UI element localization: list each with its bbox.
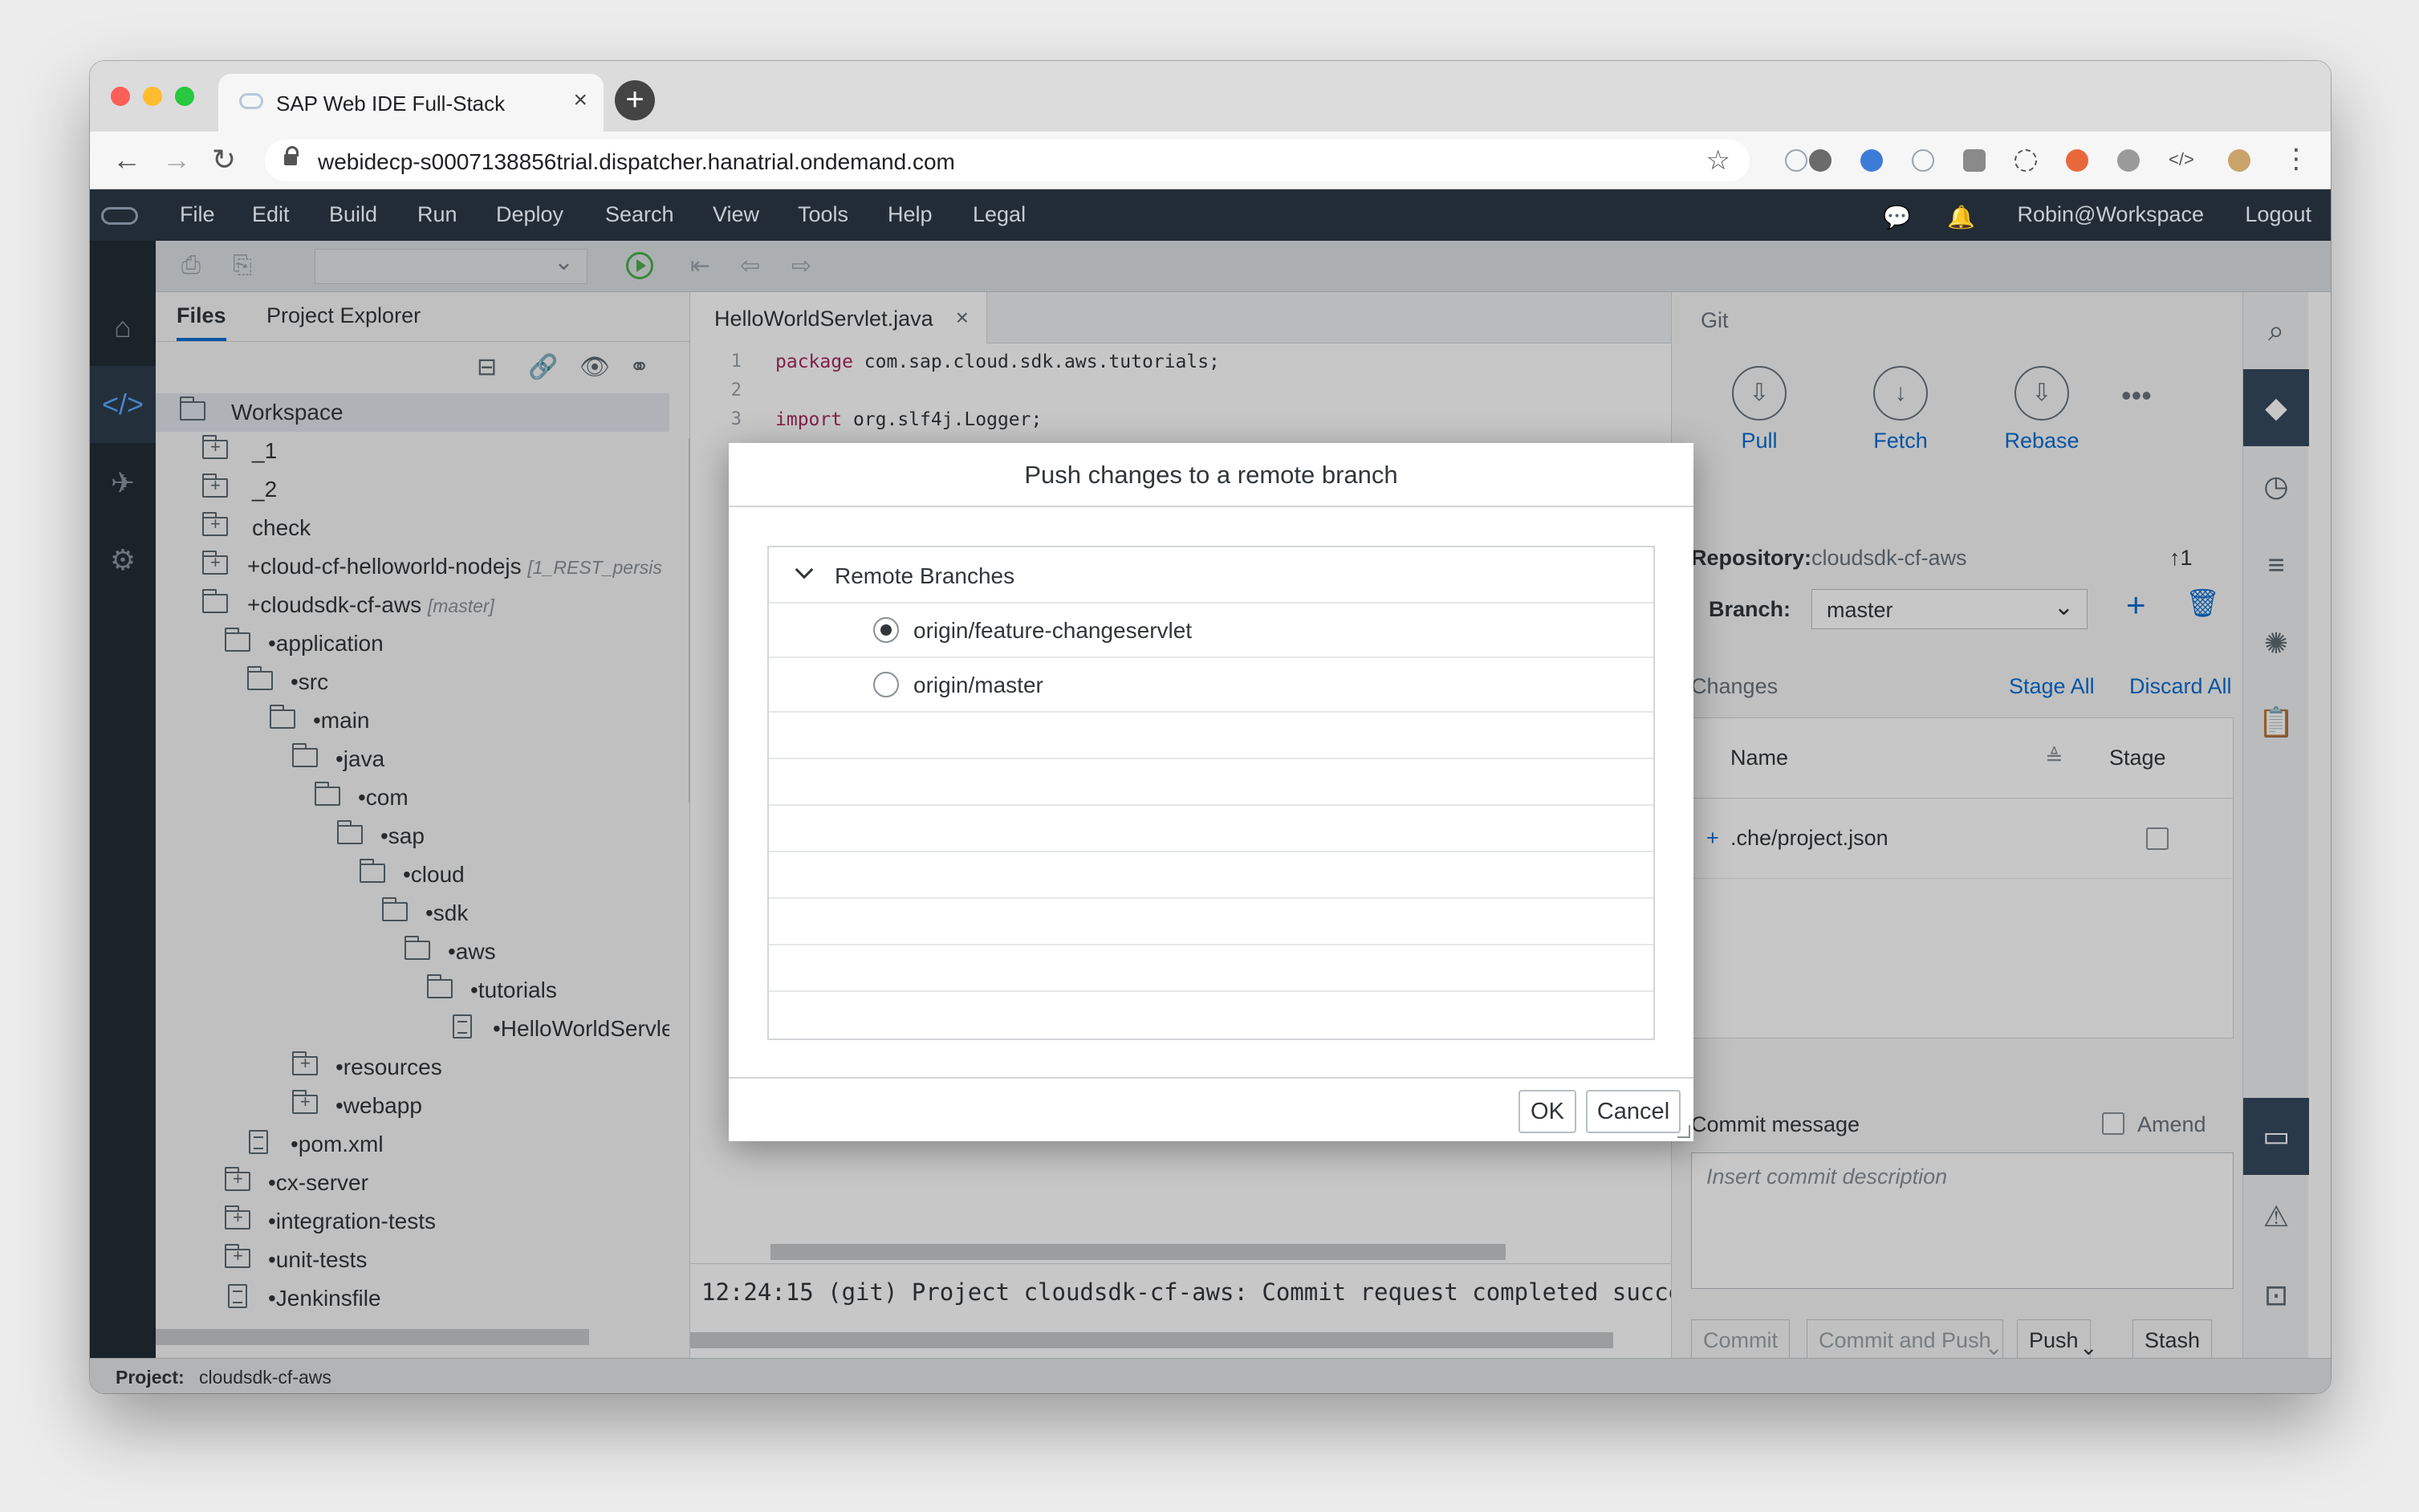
- user-name[interactable]: Robin@Workspace: [2017, 202, 2204, 227]
- branch-option-row[interactable]: origin/feature-changeservlet: [769, 604, 1653, 658]
- logout-link[interactable]: Logout: [2245, 202, 2311, 227]
- profile-avatar[interactable]: [2228, 149, 2250, 172]
- tab-close-icon[interactable]: ×: [573, 87, 587, 114]
- url-text: webidecp-s0007138856trial.dispatcher.han…: [318, 149, 955, 174]
- extension-react-icon[interactable]: [2014, 149, 2037, 172]
- branch-radio[interactable]: [873, 617, 899, 643]
- menu-help[interactable]: Help: [888, 202, 933, 227]
- menu-file[interactable]: File: [180, 202, 215, 227]
- browser-tab-title: SAP Web IDE Full-Stack: [276, 91, 506, 116]
- sap-cloud-logo-icon: [101, 207, 138, 225]
- empty-row: [769, 713, 1653, 759]
- menu-deploy[interactable]: Deploy: [496, 202, 563, 227]
- bookmark-star-icon[interactable]: ☆: [1706, 144, 1730, 177]
- extension-gray-icon[interactable]: [2117, 149, 2140, 172]
- group-label: Remote Branches: [835, 563, 1015, 588]
- menu-edit[interactable]: Edit: [252, 202, 290, 227]
- chevron-down-icon: [795, 560, 814, 579]
- extension-recycle-icon[interactable]: [1785, 149, 1807, 172]
- menu-legal[interactable]: Legal: [973, 202, 1026, 227]
- browser-window: SAP Web IDE Full-Stack × + ← → ↻ webidec…: [90, 61, 2331, 1393]
- forward-icon[interactable]: →: [162, 143, 191, 177]
- branch-option-label: origin/master: [913, 673, 1043, 697]
- reload-icon[interactable]: ↻: [212, 143, 236, 177]
- branch-radio[interactable]: [873, 672, 899, 697]
- menu-tools[interactable]: Tools: [798, 202, 848, 227]
- dialog-footer: OK Cancel: [729, 1077, 1693, 1141]
- extension-info-icon[interactable]: [1912, 149, 1934, 172]
- address-bar: ← → ↻ webidecp-s0007138856trial.dispatch…: [90, 132, 2331, 189]
- resize-grip-icon[interactable]: [1677, 1125, 1690, 1138]
- empty-row: [769, 852, 1653, 899]
- remote-branches-group[interactable]: Remote Branches: [769, 547, 1653, 604]
- empty-row: [769, 945, 1653, 992]
- new-tab-button[interactable]: +: [615, 80, 655, 120]
- extension-circle-icon[interactable]: [1809, 149, 1832, 172]
- lock-icon: [284, 146, 299, 167]
- url-field[interactable]: webidecp-s0007138856trial.dispatcher.han…: [265, 140, 1750, 181]
- close-window-button[interactable]: [111, 87, 130, 106]
- menu-build[interactable]: Build: [329, 202, 377, 227]
- menu-search[interactable]: Search: [605, 202, 674, 227]
- browser-tab[interactable]: SAP Web IDE Full-Stack ×: [218, 74, 604, 132]
- dialog-title: Push changes to a remote branch: [729, 443, 1693, 507]
- browser-menu-icon[interactable]: ⋮: [2283, 143, 2310, 175]
- chat-icon[interactable]: 💬: [1883, 204, 1911, 230]
- menu-view[interactable]: View: [713, 202, 759, 227]
- minimize-window-button[interactable]: [143, 87, 162, 106]
- notification-bell-icon[interactable]: 🔔: [1947, 204, 1975, 230]
- empty-row: [769, 759, 1653, 806]
- remote-branches-table: Remote Branches origin/feature-changeser…: [767, 546, 1655, 1040]
- push-dialog: Push changes to a remote branch Remote B…: [729, 443, 1693, 1141]
- maximize-window-button[interactable]: [175, 87, 194, 106]
- empty-row: [769, 806, 1653, 852]
- ide-menubar: File Edit Build Run Deploy Search View T…: [90, 189, 2331, 241]
- extension-globe-icon[interactable]: [1860, 149, 1883, 172]
- cloud-favicon-icon: [239, 93, 263, 109]
- empty-row: [769, 899, 1653, 945]
- ok-button[interactable]: OK: [1518, 1090, 1576, 1133]
- back-icon[interactable]: ←: [112, 143, 141, 177]
- browser-tabstrip: SAP Web IDE Full-Stack × +: [90, 61, 2331, 132]
- branch-option-row[interactable]: origin/master: [769, 658, 1653, 713]
- branch-option-label: origin/feature-changeservlet: [913, 618, 1193, 643]
- extension-code-icon[interactable]: </>: [2169, 149, 2194, 172]
- extension-ubuntu-icon[interactable]: [2066, 149, 2088, 172]
- menu-run[interactable]: Run: [417, 202, 457, 227]
- extension-camera-icon[interactable]: [1963, 149, 1986, 172]
- cancel-button[interactable]: Cancel: [1586, 1090, 1681, 1133]
